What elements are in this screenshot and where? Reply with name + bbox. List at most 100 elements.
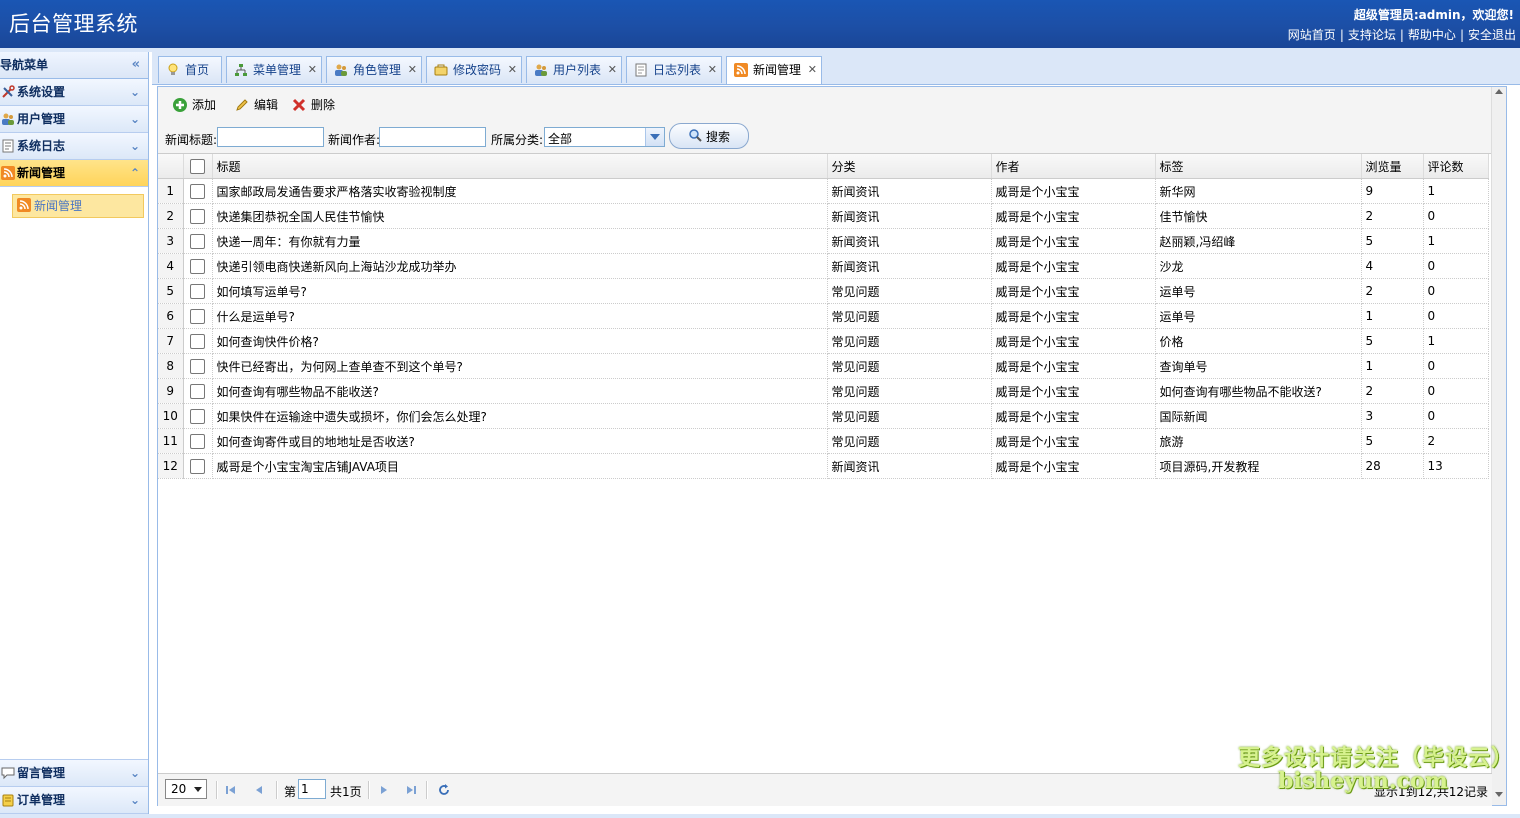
close-icon[interactable]: ✕ xyxy=(808,57,817,83)
cell-category: 常见问题 xyxy=(827,403,992,429)
vertical-scrollbar[interactable] xyxy=(1491,87,1506,805)
last-page-icon[interactable] xyxy=(404,783,418,797)
table-row[interactable]: 10 如果快件在运输途中遗失或损坏，你们会怎么处理? 常见问题 威哥是个小宝宝 国际新闻… xyxy=(158,403,1489,429)
row-checkbox-cell[interactable] xyxy=(183,278,213,304)
collapse-left-icon[interactable]: « xyxy=(132,52,140,78)
tab-change-password[interactable]: 修改密码 ✕ xyxy=(426,56,522,83)
news-table: 标题 分类 作者 标签 浏览量 评论数 1 国家邮政局发通告要求严格落实收寄验视制… xyxy=(158,154,1489,479)
sitemap-icon xyxy=(235,64,247,76)
row-checkbox-cell[interactable] xyxy=(183,353,213,379)
column-header-tags[interactable]: 标签 xyxy=(1155,154,1362,179)
column-header-author[interactable]: 作者 xyxy=(991,154,1156,179)
link-site-home[interactable]: 网站首页 xyxy=(1288,28,1336,42)
first-page-icon[interactable] xyxy=(224,783,238,797)
previous-page-icon[interactable] xyxy=(252,783,266,797)
column-header-title[interactable]: 标题 xyxy=(212,154,828,179)
sidebar-group-label: 订单管理 xyxy=(17,793,66,807)
page-size-select[interactable]: 20 xyxy=(165,779,207,799)
table-row[interactable]: 3 快递一周年：有你就有力量 新闻资讯 威哥是个小宝宝 赵丽颖,冯绍峰 5 1 xyxy=(158,228,1489,254)
tools-icon xyxy=(2,85,15,98)
row-checkbox-cell[interactable] xyxy=(183,303,213,329)
sidebar: 导航菜单 « 系统设置 ⌄ 用户管理 ⌄ 系统日志 ⌄ 新闻管理 ⌃ 新闻管理 … xyxy=(0,52,149,814)
news-grid: 标题 分类 作者 标签 浏览量 评论数 1 国家邮政局发通告要求严格落实收寄验视制… xyxy=(158,154,1489,479)
column-header-views[interactable]: 浏览量 xyxy=(1361,154,1424,179)
cell-author: 威哥是个小宝宝 xyxy=(991,228,1156,254)
row-checkbox-cell[interactable] xyxy=(183,178,213,204)
tab-home[interactable]: 首页 xyxy=(158,56,222,83)
tab-label: 菜单管理 xyxy=(253,63,302,77)
column-header-category[interactable]: 分类 xyxy=(827,154,992,179)
table-row[interactable]: 5 如何填写运单号? 常见问题 威哥是个小宝宝 运单号 2 0 xyxy=(158,278,1489,304)
row-checkbox-cell[interactable] xyxy=(183,253,213,279)
close-icon[interactable]: ✕ xyxy=(708,57,717,83)
row-checkbox-cell[interactable] xyxy=(183,453,213,479)
table-row[interactable]: 12 威哥是个小宝宝淘宝店铺JAVA项目 新闻资讯 威哥是个小宝宝 项目源码,开发教程 2… xyxy=(158,453,1489,479)
link-support-forum[interactable]: 支持论坛 xyxy=(1348,28,1396,42)
news-title-input[interactable] xyxy=(217,127,324,147)
sidebar-group-news-management[interactable]: 新闻管理 ⌃ xyxy=(0,160,148,187)
scroll-down-icon[interactable] xyxy=(1495,792,1503,797)
add-icon xyxy=(173,98,187,112)
row-checkbox[interactable] xyxy=(190,433,205,449)
row-checkbox[interactable] xyxy=(190,208,205,224)
table-row[interactable]: 6 什么是运单号? 常见问题 威哥是个小宝宝 运单号 1 0 xyxy=(158,303,1489,329)
row-checkbox[interactable] xyxy=(190,383,205,399)
row-checkbox[interactable] xyxy=(190,333,205,349)
pager-separator xyxy=(276,781,278,799)
table-row[interactable]: 8 快件已经寄出，为何网上查单查不到这个单号? 常见问题 威哥是个小宝宝 查询单号 1 0 xyxy=(158,353,1489,379)
sidebar-group-system-settings[interactable]: 系统设置 ⌄ xyxy=(0,79,148,106)
close-icon[interactable]: ✕ xyxy=(508,57,517,83)
news-author-input[interactable] xyxy=(379,127,486,147)
row-checkbox[interactable] xyxy=(190,408,205,424)
row-checkbox-cell[interactable] xyxy=(183,228,213,254)
table-row[interactable]: 4 快递引领电商快递新风向上海站沙龙成功举办 新闻资讯 威哥是个小宝宝 沙龙 4 0 xyxy=(158,253,1489,279)
link-help-center[interactable]: 帮助中心 xyxy=(1408,28,1456,42)
table-row[interactable]: 1 国家邮政局发通告要求严格落实收寄验视制度 新闻资讯 威哥是个小宝宝 新华网 9 1 xyxy=(158,178,1489,204)
select-all-checkbox-cell[interactable] xyxy=(183,154,213,179)
tab-menu-management[interactable]: 菜单管理 ✕ xyxy=(226,56,322,83)
sidebar-group-message-management[interactable]: 留言管理 ⌄ xyxy=(0,759,148,787)
delete-button[interactable]: 删除 xyxy=(291,96,339,114)
category-select[interactable]: 全部 xyxy=(544,127,665,147)
cell-author: 威哥是个小宝宝 xyxy=(991,453,1156,479)
next-page-icon[interactable] xyxy=(377,783,391,797)
row-checkbox[interactable] xyxy=(190,258,205,274)
tab-role-management[interactable]: 角色管理 ✕ xyxy=(326,56,422,83)
tab-user-list[interactable]: 用户列表 ✕ xyxy=(526,56,622,83)
sidebar-group-user-management[interactable]: 用户管理 ⌄ xyxy=(0,106,148,133)
sidebar-group-order-management[interactable]: 订单管理 ⌄ xyxy=(0,787,148,814)
sidebar-item-news-management[interactable]: 新闻管理 xyxy=(12,194,144,218)
table-row[interactable]: 9 如何查询有哪些物品不能收送? 常见问题 威哥是个小宝宝 如何查询有哪些物品不能收送?… xyxy=(158,378,1489,404)
row-checkbox-cell[interactable] xyxy=(183,203,213,229)
sidebar-group-system-log[interactable]: 系统日志 ⌄ xyxy=(0,133,148,160)
table-row[interactable]: 2 快递集团恭祝全国人民佳节愉快 新闻资讯 威哥是个小宝宝 佳节愉快 2 0 xyxy=(158,203,1489,229)
row-checkbox-cell[interactable] xyxy=(183,428,213,454)
select-all-checkbox[interactable] xyxy=(190,158,205,174)
search-button[interactable]: 搜索 xyxy=(669,123,749,149)
add-button[interactable]: 添加 xyxy=(172,96,220,114)
tab-log-list[interactable]: 日志列表 ✕ xyxy=(626,56,722,83)
page-number-input[interactable]: 1 xyxy=(298,779,326,799)
table-row[interactable]: 11 如何查询寄件或目的地地址是否收送? 常见问题 威哥是个小宝宝 旅游 5 2 xyxy=(158,428,1489,454)
row-checkbox-cell[interactable] xyxy=(183,378,213,404)
refresh-icon[interactable] xyxy=(437,783,451,797)
column-header-comments[interactable]: 评论数 xyxy=(1423,154,1489,179)
row-checkbox[interactable] xyxy=(190,308,205,324)
row-checkbox[interactable] xyxy=(190,358,205,374)
cell-category: 常见问题 xyxy=(827,378,992,404)
row-checkbox-cell[interactable] xyxy=(183,403,213,429)
row-checkbox[interactable] xyxy=(190,183,205,199)
row-checkbox[interactable] xyxy=(190,233,205,249)
row-number: 3 xyxy=(158,228,184,254)
close-icon[interactable]: ✕ xyxy=(608,57,617,83)
link-logout[interactable]: 安全退出 xyxy=(1468,28,1516,42)
tab-news-management[interactable]: 新闻管理 ✕ xyxy=(726,56,822,84)
row-checkbox[interactable] xyxy=(190,458,205,474)
scroll-up-icon[interactable] xyxy=(1495,89,1503,94)
close-icon[interactable]: ✕ xyxy=(408,57,417,83)
edit-button[interactable]: 编辑 xyxy=(234,96,282,114)
table-row[interactable]: 7 如何查询快件价格? 常见问题 威哥是个小宝宝 价格 5 1 xyxy=(158,328,1489,354)
row-checkbox-cell[interactable] xyxy=(183,328,213,354)
close-icon[interactable]: ✕ xyxy=(308,57,317,83)
row-checkbox[interactable] xyxy=(190,283,205,299)
